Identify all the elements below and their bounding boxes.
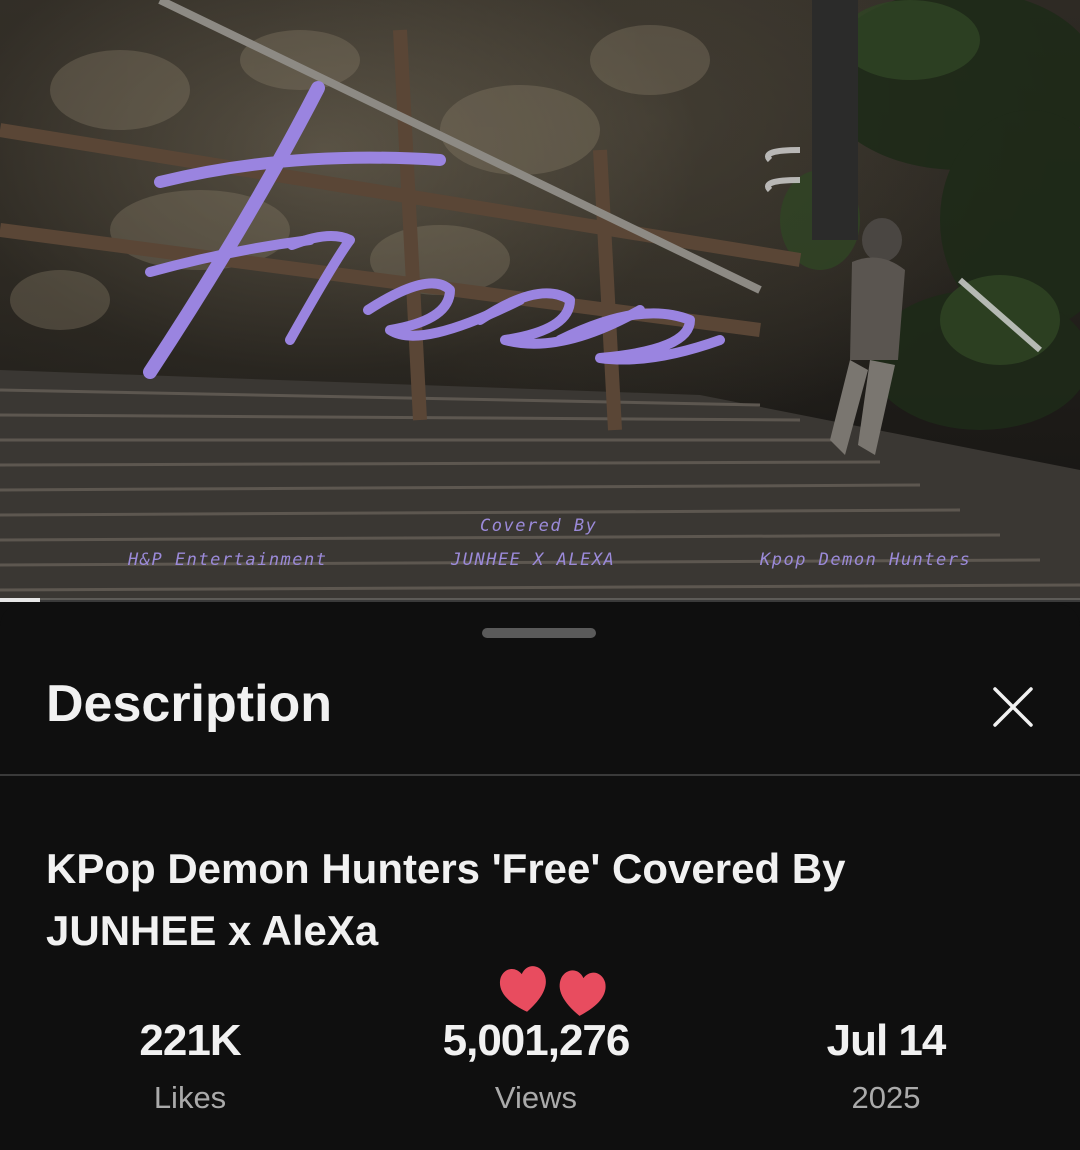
- video-title: KPop Demon Hunters 'Free' Covered By JUN…: [46, 845, 846, 954]
- credit-label-company: H&P Entertainment: [128, 550, 328, 570]
- two-hearts-icon: [499, 966, 606, 1016]
- likes-stat: 221K Likes: [100, 1016, 280, 1116]
- video-progress-fill: [0, 598, 40, 602]
- date-stat: Jul 14 2025: [786, 1016, 986, 1116]
- video-frame-image: [0, 0, 1080, 600]
- video-player[interactable]: H&P Entertainment Covered By JUNHEE X AL…: [0, 0, 1080, 600]
- description-sheet: Description KPop Demon Hunters 'Free' Co…: [0, 604, 1080, 1150]
- credit-label-film: Kpop Demon Hunters: [760, 550, 972, 570]
- publish-year: 2025: [851, 1080, 921, 1115]
- sheet-heading: Description: [46, 675, 333, 733]
- views-label: Views: [494, 1080, 578, 1115]
- views-count: 5,001,276: [442, 1016, 631, 1065]
- close-icon: [993, 687, 1033, 727]
- likes-label: Likes: [153, 1080, 227, 1115]
- views-stat: 5,001,276 Views: [406, 1016, 666, 1116]
- video-progress-bar[interactable]: [0, 598, 1080, 602]
- publish-date: Jul 14: [826, 1016, 947, 1065]
- sheet-divider: [0, 774, 1080, 776]
- close-button[interactable]: [982, 676, 1044, 738]
- likes-count: 221K: [139, 1016, 241, 1065]
- credit-label-artists: JUNHEE X ALEXA: [451, 550, 616, 570]
- credit-label-covered-by: Covered By: [480, 516, 598, 536]
- drag-handle[interactable]: [482, 628, 596, 638]
